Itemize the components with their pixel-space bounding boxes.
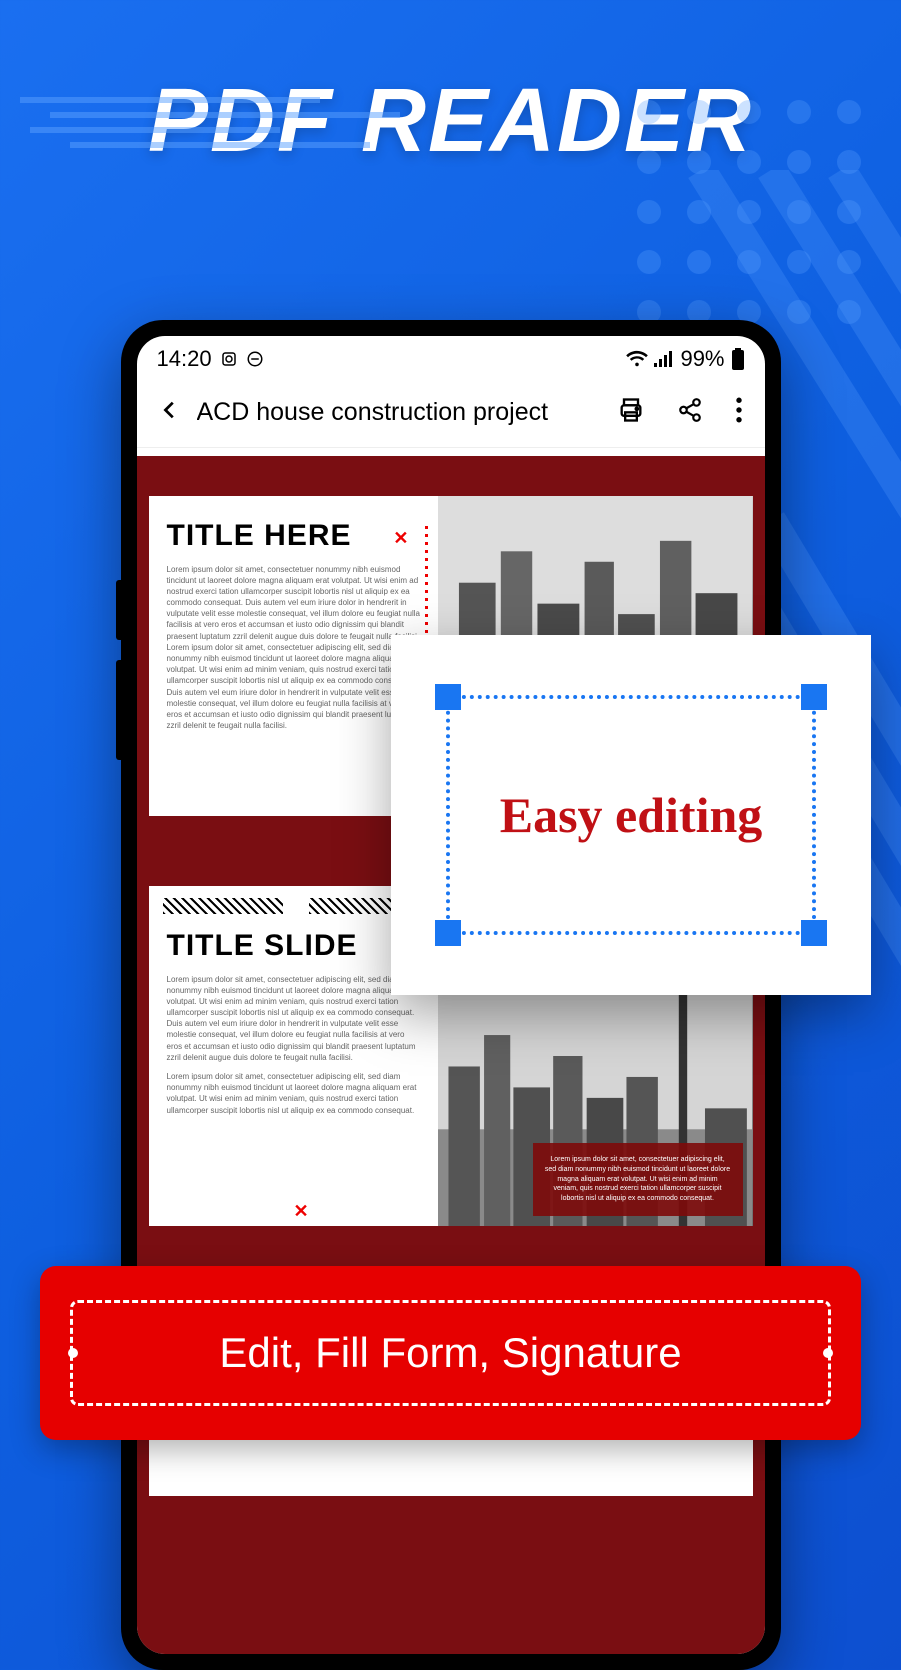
text-selection-box[interactable]: Easy editing: [446, 695, 816, 935]
dnd-icon: [246, 350, 264, 368]
feature-banner: Edit, Fill Form, Signature: [40, 1266, 861, 1440]
edit-annotation-card: Easy editing: [391, 635, 871, 995]
status-bar: 14:20 99%: [137, 336, 765, 378]
share-button[interactable]: [673, 393, 707, 432]
wifi-icon: [626, 350, 648, 368]
more-button[interactable]: [731, 393, 747, 432]
back-button[interactable]: [155, 395, 185, 430]
battery-icon: [731, 348, 745, 370]
resize-handle[interactable]: [435, 684, 461, 710]
slide-body-text: Lorem ipsum dolor sit amet, consectetuer…: [167, 564, 421, 732]
banner-dot-icon: [68, 1348, 78, 1358]
clock-icon: [220, 350, 238, 368]
app-top-bar: ACD house construction project: [137, 378, 765, 448]
phone-screen: 14:20 99%: [137, 336, 765, 1654]
slide-overlay-text: Lorem ipsum dolor sit amet, consectetuer…: [533, 1143, 743, 1216]
x-icon: ✕: [393, 528, 408, 549]
slide-body-text: Lorem ipsum dolor sit amet, consectetuer…: [167, 974, 421, 1064]
x-icon: ✕: [293, 1201, 308, 1222]
edit-annotation-text[interactable]: Easy editing: [500, 786, 763, 844]
hatch-decoration: [163, 898, 283, 914]
signal-icon: [654, 351, 674, 367]
slide-body-text: Lorem ipsum dolor sit amet, consectetuer…: [167, 1071, 421, 1116]
status-time: 14:20: [157, 346, 212, 372]
bg-decoration-lines: [20, 90, 420, 150]
resize-handle[interactable]: [801, 920, 827, 946]
slide-title: TITLE SLIDE: [167, 930, 421, 962]
slide-title: TITLE HERE: [167, 520, 421, 552]
banner-text: Edit, Fill Form, Signature: [219, 1329, 681, 1376]
phone-frame: 14:20 99%: [121, 320, 781, 1670]
document-title: ACD house construction project: [197, 398, 601, 427]
resize-handle[interactable]: [801, 684, 827, 710]
print-button[interactable]: [613, 392, 649, 433]
resize-handle[interactable]: [435, 920, 461, 946]
status-battery-text: 99%: [680, 346, 724, 372]
banner-dot-icon: [823, 1348, 833, 1358]
